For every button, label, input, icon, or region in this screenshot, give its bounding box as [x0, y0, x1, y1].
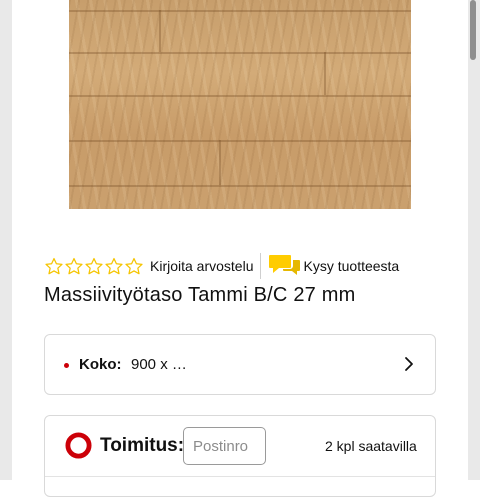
- star-outline-icon: [65, 257, 83, 274]
- star-outline-icon: [45, 257, 63, 274]
- stock-availability: 2 kpl saatavilla: [325, 438, 417, 454]
- chat-bubbles-icon[interactable]: [268, 253, 301, 279]
- page-side-right: [468, 0, 480, 480]
- delivery-card: Toimitus: 2 kpl saatavilla: [44, 415, 436, 497]
- plank-seam: [69, 140, 411, 142]
- chevron-right-icon: [405, 357, 413, 371]
- ask-question-link[interactable]: Kysy tuotteesta: [304, 258, 400, 274]
- star-outline-icon: [125, 257, 143, 274]
- rating-divider: [259, 253, 261, 279]
- required-dot: [64, 363, 69, 368]
- card-separator: [45, 476, 435, 477]
- star-outline-icon: [105, 257, 123, 274]
- delivery-label: Toimitus:: [100, 435, 185, 456]
- plank-joint: [159, 10, 161, 52]
- size-selector[interactable]: Koko: 900 x …: [44, 334, 436, 395]
- plank-seam: [69, 52, 411, 54]
- plank-seam: [69, 95, 411, 97]
- product-image[interactable]: [69, 0, 411, 209]
- rating-stars[interactable]: [44, 256, 144, 277]
- scrollbar[interactable]: [470, 0, 476, 60]
- write-review-link[interactable]: Kirjoita arvostelu: [150, 258, 254, 274]
- plank-joint: [324, 52, 326, 95]
- star-outline-icon: [85, 257, 103, 274]
- plank-seam: [69, 185, 411, 187]
- rating-row: Kirjoita arvostelu Kysy tuotteesta: [44, 252, 399, 280]
- plank-joint: [219, 140, 221, 185]
- postal-code-input[interactable]: [183, 427, 266, 465]
- size-value: 900 x …: [131, 356, 187, 373]
- product-title: Massiivityötaso Tammi B/C 27 mm: [44, 284, 356, 306]
- size-label: Koko:: [79, 356, 122, 373]
- delivery-status-icon: [65, 432, 92, 459]
- plank-seam: [69, 10, 411, 12]
- page-side-left: [0, 0, 12, 480]
